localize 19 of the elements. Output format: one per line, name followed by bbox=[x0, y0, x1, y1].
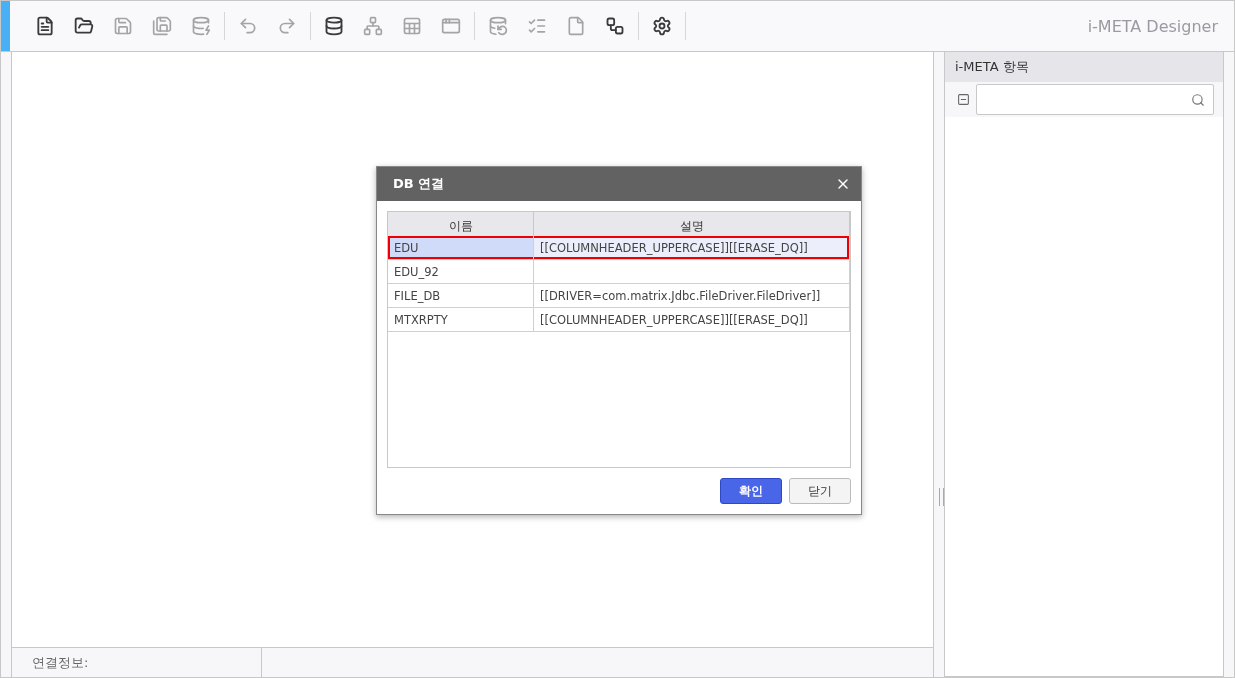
dialog-title: DB 연결 bbox=[393, 175, 446, 193]
search-icon[interactable] bbox=[1191, 92, 1205, 107]
table-cell[interactable]: FILE_DB bbox=[388, 284, 534, 308]
app-title: i-META Designer bbox=[1087, 16, 1218, 36]
close-dialog-button[interactable]: 닫기 bbox=[789, 478, 851, 504]
table-cell[interactable]: [[COLUMNHEADER_UPPERCASE]][[ERASE_DQ]] bbox=[534, 236, 850, 260]
table-cell[interactable] bbox=[534, 260, 850, 284]
table-cell[interactable]: [[DRIVER=com.matrix.Jdbc.FileDriver.FileDriver]] bbox=[534, 284, 850, 308]
connection-info-label: 연결정보: bbox=[32, 653, 89, 672]
collapse-icon[interactable] bbox=[957, 93, 970, 106]
table-cell[interactable]: [[COLUMNHEADER_UPPERCASE]][[ERASE_DQ]] bbox=[534, 308, 850, 332]
search-field[interactable] bbox=[976, 84, 1214, 115]
splitter-handle[interactable] bbox=[939, 488, 944, 506]
table-cell[interactable]: EDU bbox=[388, 236, 534, 260]
confirm-button[interactable]: 확인 bbox=[720, 478, 782, 504]
panel-title: i-META 항목 bbox=[945, 52, 1223, 82]
table-cell[interactable]: MTXRPTY bbox=[388, 308, 534, 332]
table-cell[interactable]: EDU_92 bbox=[388, 260, 534, 284]
accent-strip bbox=[1, 1, 10, 51]
